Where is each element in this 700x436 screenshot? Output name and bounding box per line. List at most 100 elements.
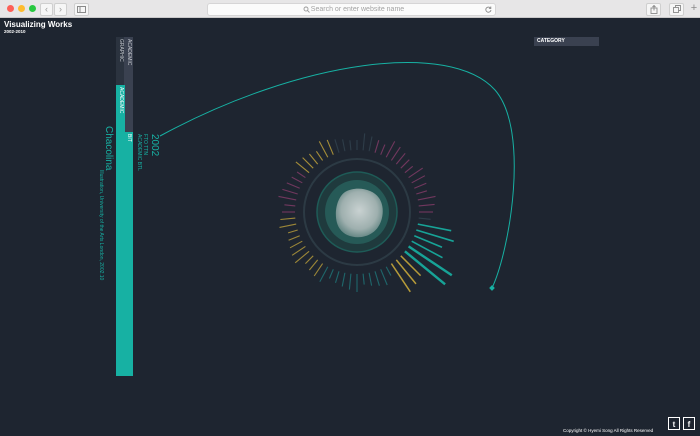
radial-spoke[interactable]: [380, 144, 386, 155]
sidebar-icon: [77, 6, 86, 13]
radial-spoke[interactable]: [294, 250, 310, 264]
radial-spoke[interactable]: [302, 157, 314, 169]
tab-academic-label: ACADEMIC: [126, 39, 132, 66]
zoom-window-button[interactable]: [29, 5, 36, 12]
tabs-button[interactable]: [669, 3, 684, 16]
radial-spoke[interactable]: [404, 165, 414, 174]
radial-spoke[interactable]: [380, 269, 388, 286]
radial-spoke[interactable]: [342, 139, 346, 152]
twitter-icon: t: [672, 420, 676, 429]
radial-spoke[interactable]: [368, 272, 373, 286]
tab-graphic-label: GRAPHIC: [118, 39, 124, 62]
radial-spoke[interactable]: [413, 234, 443, 248]
radial-spoke[interactable]: [286, 182, 300, 189]
twitter-button[interactable]: t: [668, 417, 680, 430]
tabs-icon: [672, 5, 681, 13]
radial-spoke[interactable]: [411, 240, 443, 259]
tab-academic-accent-label: ACADEMIC: [118, 87, 124, 114]
mid-ring: [316, 171, 398, 253]
category-dropdown[interactable]: CATEGORY: [534, 37, 599, 46]
work-year: 2002: [149, 134, 160, 157]
browser-toolbar: ‹ › Search or enter website name +: [0, 0, 700, 18]
radial-spoke[interactable]: [289, 240, 303, 249]
radial-spoke[interactable]: [288, 235, 300, 241]
radial-spoke[interactable]: [334, 139, 340, 153]
radial-spoke[interactable]: [287, 229, 298, 234]
connection-curve: [159, 62, 515, 289]
radial-spoke[interactable]: [390, 263, 411, 293]
reload-icon: [485, 6, 492, 13]
tab-bit-label: BIT: [126, 134, 132, 142]
work-description: Illustration, University of the Arts Lon…: [98, 170, 104, 281]
radial-spoke[interactable]: [408, 167, 424, 179]
radial-spoke[interactable]: [278, 195, 297, 201]
new-tab-button[interactable]: +: [688, 2, 700, 15]
radial-spoke[interactable]: [328, 269, 334, 279]
radial-spoke[interactable]: [418, 203, 435, 207]
radial-spoke[interactable]: [334, 271, 340, 283]
radial-spoke[interactable]: [308, 259, 319, 271]
radial-spoke[interactable]: [341, 272, 346, 287]
radial-spoke[interactable]: [417, 195, 436, 201]
radial-spoke[interactable]: [296, 171, 306, 179]
minimize-window-button[interactable]: [18, 5, 25, 12]
radial-spoke[interactable]: [313, 263, 324, 277]
radial-spoke[interactable]: [318, 141, 329, 158]
radial-spoke[interactable]: [284, 204, 296, 207]
radial-spoke[interactable]: [374, 271, 380, 286]
radial-spoke[interactable]: [411, 175, 426, 184]
radial-spoke[interactable]: [362, 273, 365, 285]
radial-spoke[interactable]: [282, 188, 298, 195]
radial-spoke[interactable]: [418, 217, 431, 220]
radial-spoke[interactable]: [404, 250, 446, 286]
radial-spoke[interactable]: [416, 229, 454, 243]
work-title: Chacolina: [103, 126, 114, 171]
share-icon: [650, 4, 657, 14]
radial-spoke[interactable]: [348, 273, 352, 290]
radial-spoke[interactable]: [315, 150, 324, 161]
close-window-button[interactable]: [7, 5, 14, 12]
forward-button[interactable]: ›: [54, 3, 67, 16]
facebook-button[interactable]: f: [683, 417, 695, 430]
works-radial-visualization[interactable]: [0, 0, 700, 436]
address-bar[interactable]: Search or enter website name: [207, 3, 496, 16]
center-blob[interactable]: [335, 188, 383, 238]
radial-spoke[interactable]: [407, 245, 453, 277]
chevron-right-icon: ›: [59, 4, 62, 14]
radial-spoke[interactable]: [390, 146, 401, 161]
site-subtitle: 2002-2010: [4, 29, 26, 34]
address-placeholder: Search or enter website name: [310, 6, 405, 13]
bit-accent-bar[interactable]: [124, 132, 133, 376]
radial-spoke[interactable]: [305, 255, 314, 264]
radial-spoke[interactable]: [374, 140, 380, 153]
radial-spoke[interactable]: [349, 140, 352, 151]
radial-spoke[interactable]: [400, 159, 410, 169]
radial-spoke[interactable]: [395, 259, 417, 285]
outer-ring: [303, 158, 411, 266]
radial-spoke[interactable]: [395, 152, 406, 165]
work-discipline: ACADEMIC BTL: [136, 134, 142, 171]
radial-spoke[interactable]: [400, 255, 422, 277]
connection-endpoint-marker[interactable]: [489, 285, 495, 291]
sidebar-button[interactable]: [74, 3, 89, 16]
radial-spoke[interactable]: [279, 223, 297, 228]
chevron-left-icon: ‹: [45, 4, 48, 14]
radial-spoke[interactable]: [416, 190, 428, 195]
radial-spoke[interactable]: [280, 217, 296, 221]
radial-spoke[interactable]: [385, 266, 392, 276]
radial-spoke[interactable]: [319, 266, 329, 282]
radial-spoke[interactable]: [291, 176, 303, 184]
radial-spoke[interactable]: [385, 141, 396, 158]
radial-spoke[interactable]: [326, 139, 334, 155]
radial-spoke[interactable]: [291, 245, 306, 256]
radial-spoke[interactable]: [414, 182, 427, 189]
search-icon: [303, 6, 310, 13]
inner-ring: [325, 180, 389, 244]
radial-spoke[interactable]: [417, 223, 452, 232]
back-button[interactable]: ‹: [40, 3, 53, 16]
radial-spoke[interactable]: [362, 133, 366, 151]
radial-spoke[interactable]: [308, 153, 319, 165]
share-button[interactable]: [646, 3, 661, 16]
radial-spoke[interactable]: [295, 161, 310, 174]
radial-spoke[interactable]: [368, 136, 373, 152]
